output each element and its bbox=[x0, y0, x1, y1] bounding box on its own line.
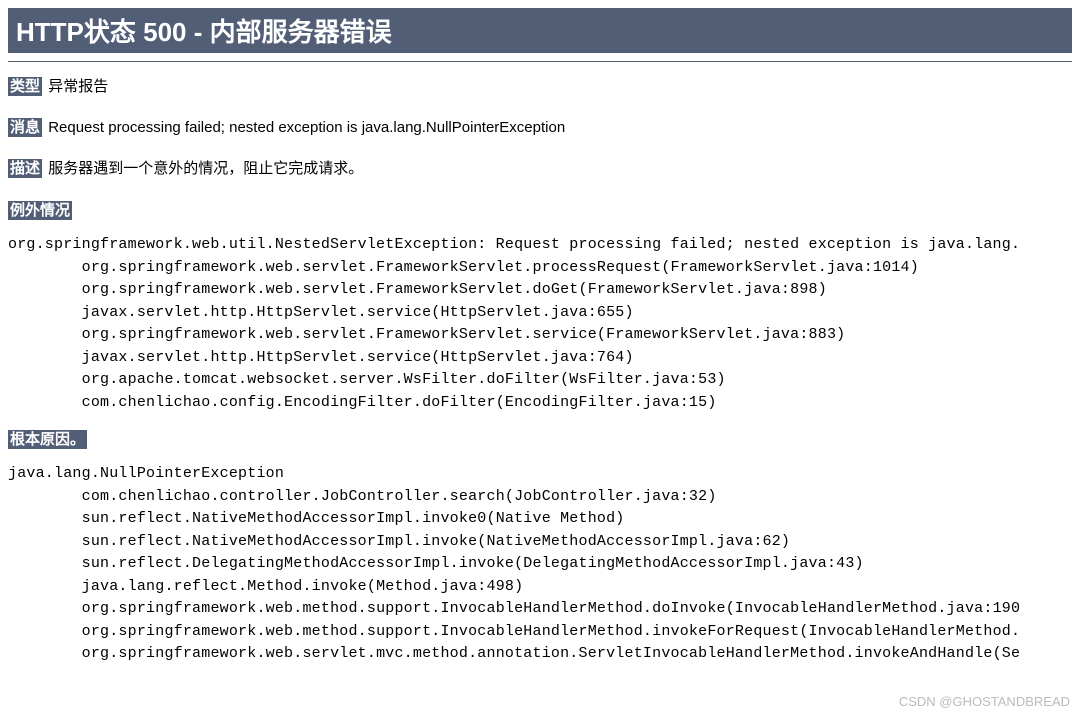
divider bbox=[8, 61, 1072, 62]
exception-trace: org.springframework.web.util.NestedServl… bbox=[8, 234, 1072, 414]
description-label: 描述 bbox=[8, 159, 42, 178]
root-cause-header: 根本原因。 bbox=[8, 422, 1072, 455]
description-value: 服务器遇到一个意外的情况，阻止它完成请求。 bbox=[48, 160, 363, 177]
error-title: HTTP状态 500 - 内部服务器错误 bbox=[8, 8, 1072, 53]
type-line: 类型 异常报告 bbox=[8, 70, 1072, 103]
error-title-text: HTTP状态 500 - 内部服务器错误 bbox=[16, 17, 392, 47]
message-label: 消息 bbox=[8, 118, 42, 137]
root-cause-trace: java.lang.NullPointerException com.chenl… bbox=[8, 463, 1072, 666]
watermark: CSDN @GHOSTANDBREAD bbox=[899, 694, 1070, 709]
message-line: 消息 Request processing failed; nested exc… bbox=[8, 111, 1072, 144]
type-value: 异常报告 bbox=[48, 78, 108, 95]
exception-header: 例外情况 bbox=[8, 193, 1072, 226]
exception-label: 例外情况 bbox=[8, 201, 72, 220]
type-label: 类型 bbox=[8, 77, 42, 96]
root-cause-label: 根本原因。 bbox=[8, 430, 87, 449]
message-value: Request processing failed; nested except… bbox=[48, 119, 565, 136]
description-line: 描述 服务器遇到一个意外的情况，阻止它完成请求。 bbox=[8, 152, 1072, 185]
